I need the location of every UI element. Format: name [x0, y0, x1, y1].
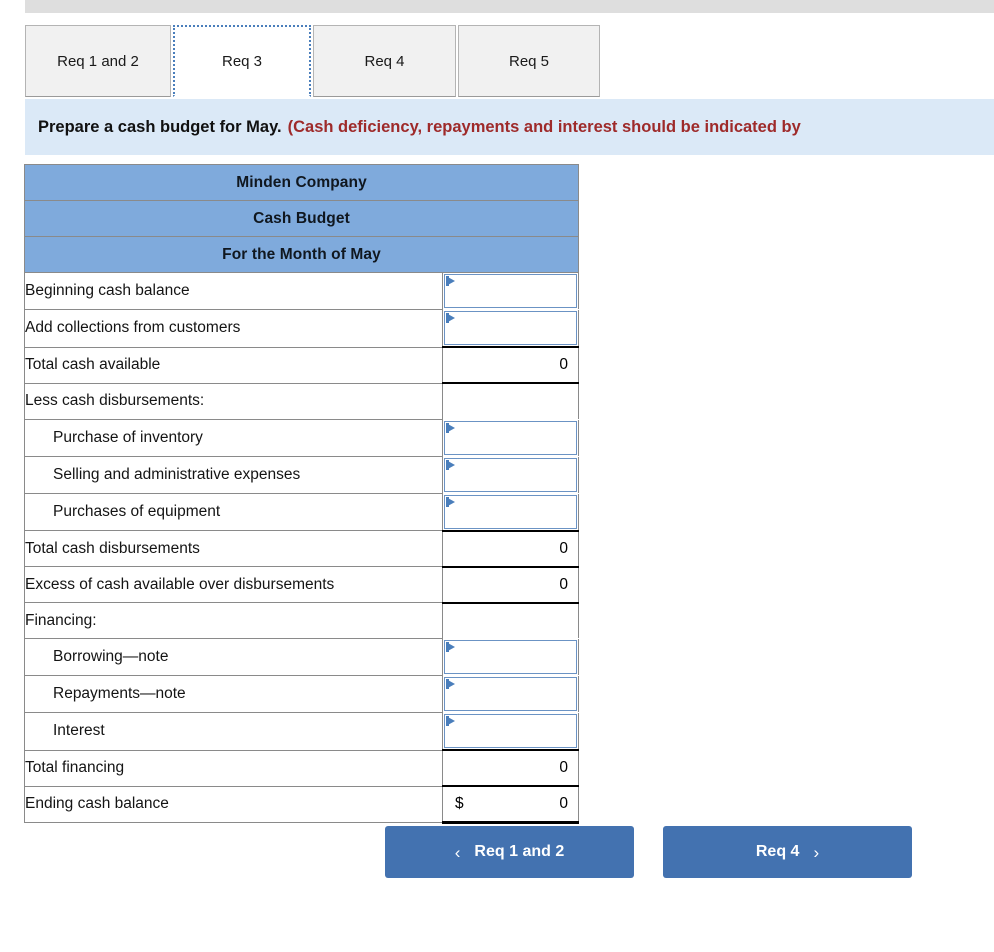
instruction-note: (Cash deficiency, repayments and interes… — [287, 117, 801, 136]
instruction-text: Prepare a cash budget for May. — [38, 117, 282, 136]
statement-period: For the Month of May — [23, 236, 580, 273]
purchase-of-inventory-input[interactable] — [444, 420, 578, 455]
table-row: Ending cash balance $ 0 — [24, 785, 580, 824]
table-row: Purchase of inventory — [24, 418, 580, 457]
next-requirement-label: Req 4 — [755, 843, 800, 860]
repayments-note-input[interactable] — [444, 677, 578, 711]
row-label: Financing: — [24, 602, 443, 639]
tab-req-3[interactable]: Req 3 — [173, 25, 311, 97]
tab-label: Req 1 and 2 — [57, 52, 139, 70]
row-label: Selling and administrative expenses — [24, 455, 443, 494]
requirement-tab-bar: Req 1 and 2 Req 3 Req 4 Req 5 — [25, 25, 994, 99]
row-value-cell[interactable] — [441, 675, 580, 713]
table-title-row: For the Month of May — [23, 236, 580, 273]
row-label: Ending cash balance — [24, 785, 443, 823]
table-row: Financing: — [24, 601, 580, 639]
borrowing-note-input[interactable] — [444, 640, 578, 674]
tab-label: Req 3 — [221, 52, 263, 70]
table-row: Total cash disbursements 0 — [24, 529, 580, 568]
statement-name: Cash Budget — [23, 200, 580, 237]
table-row: Excess of cash available over disburseme… — [24, 565, 580, 604]
excess-of-cash-value: 0 — [441, 565, 580, 604]
table-row: Repayments—note — [24, 675, 580, 713]
row-label: Borrowing—note — [24, 638, 443, 676]
row-value-cell[interactable] — [441, 455, 580, 494]
table-row: Total financing 0 — [24, 749, 580, 787]
row-label: Total cash available — [24, 346, 443, 384]
top-grey-strip — [25, 0, 994, 13]
navigation-buttons: ‹ Req 1 and 2 Req 4 › — [385, 826, 912, 878]
table-row: Borrowing—note — [24, 638, 580, 676]
beginning-cash-balance-input[interactable] — [444, 274, 578, 308]
table-row: Purchases of equipment — [24, 492, 580, 531]
row-label: Excess of cash available over disburseme… — [24, 566, 443, 603]
total-cash-disbursements-value: 0 — [441, 529, 580, 568]
row-label: Total financing — [24, 749, 443, 787]
table-row: Add collections from customers — [24, 309, 580, 348]
previous-requirement-button[interactable]: ‹ Req 1 and 2 — [385, 826, 634, 878]
tab-bar-filler — [602, 25, 994, 97]
tab-label: Req 5 — [508, 52, 550, 70]
ending-cash-balance-value: 0 — [559, 794, 569, 812]
selling-and-administrative-expenses-input[interactable] — [444, 457, 578, 492]
row-value-cell[interactable] — [441, 418, 580, 457]
table-row: Interest — [24, 712, 580, 751]
table-title-row: Minden Company — [23, 164, 580, 201]
company-name: Minden Company — [23, 164, 580, 201]
row-value-cell[interactable] — [441, 492, 580, 531]
instruction-banner: Prepare a cash budget for May. (Cash def… — [25, 99, 994, 155]
total-cash-available-value: 0 — [441, 346, 580, 384]
cash-budget-table: Minden Company Cash Budget For the Month… — [23, 164, 580, 824]
ending-cash-balance-inner: $ 0 — [443, 795, 578, 813]
table-title-row: Cash Budget — [23, 200, 580, 237]
row-label: Beginning cash balance — [24, 272, 443, 310]
table-row: Selling and administrative expenses — [24, 455, 580, 494]
ending-cash-balance-cell: $ 0 — [441, 785, 580, 824]
row-label: Purchases of equipment — [24, 492, 443, 531]
row-label: Less cash disbursements: — [24, 382, 443, 420]
row-value-cell[interactable] — [441, 309, 580, 348]
row-label: Purchase of inventory — [24, 418, 443, 457]
tab-req-1-and-2[interactable]: Req 1 and 2 — [25, 25, 171, 97]
row-label: Total cash disbursements — [24, 530, 443, 567]
collections-from-customers-input[interactable] — [444, 311, 578, 345]
row-label: Interest — [24, 712, 443, 751]
chevron-left-icon: ‹ — [454, 842, 461, 862]
row-value-cell-blank — [441, 601, 580, 639]
table-row: Total cash available 0 — [24, 346, 580, 384]
table-row: Less cash disbursements: — [24, 382, 580, 420]
purchases-of-equipment-input[interactable] — [444, 494, 578, 529]
tab-req-4[interactable]: Req 4 — [313, 25, 456, 97]
tab-label: Req 4 — [364, 52, 405, 70]
row-value-cell[interactable] — [441, 272, 580, 310]
chevron-right-icon: › — [813, 842, 820, 862]
interest-input[interactable] — [444, 714, 578, 748]
row-label: Repayments—note — [24, 675, 443, 713]
previous-requirement-label: Req 1 and 2 — [474, 843, 565, 860]
row-value-cell-blank — [441, 382, 580, 420]
currency-symbol: $ — [455, 794, 464, 812]
total-financing-value: 0 — [441, 749, 580, 787]
next-requirement-button[interactable]: Req 4 › — [663, 826, 912, 878]
row-value-cell[interactable] — [441, 712, 580, 751]
row-label: Add collections from customers — [24, 309, 443, 348]
table-row: Beginning cash balance — [24, 272, 580, 310]
row-value-cell[interactable] — [441, 638, 580, 676]
tab-req-5[interactable]: Req 5 — [458, 25, 600, 97]
